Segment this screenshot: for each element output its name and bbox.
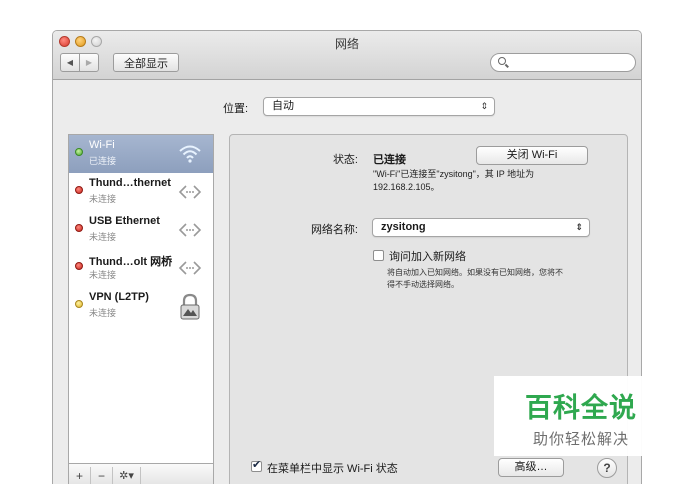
advanced-button[interactable]: 高级…: [498, 458, 564, 477]
service-status: 已连接: [89, 156, 117, 166]
help-button[interactable]: ?: [597, 458, 617, 478]
ask-join-description-line: 将自动加入已知网络。如果没有已知网络，您将不: [387, 268, 563, 277]
watermark-subtitle: 助你轻松解决: [532, 431, 629, 448]
status-value: 已连接: [373, 154, 406, 166]
service-status: 未连接: [89, 270, 117, 280]
ethernet-arrows-icon: [177, 179, 203, 205]
remove-service-button[interactable]: −: [91, 467, 113, 484]
show-all-button[interactable]: 全部显示: [113, 53, 179, 72]
popup-arrows-icon: ⇕: [575, 222, 583, 232]
gear-icon[interactable]: ✲▾: [113, 467, 141, 484]
ethernet-arrows-icon: [177, 255, 203, 281]
status-dot-red-icon: [75, 262, 83, 270]
titlebar: 网络 ◀ ▶ 全部显示: [53, 31, 641, 80]
status-description-line: "Wi-Fi"已连接至"zysitong"，其 IP 地址为: [373, 169, 535, 179]
ethernet-arrows-icon: [177, 217, 203, 243]
status-dot-yellow-icon: [75, 300, 83, 308]
back-arrow-icon: ◀: [66, 58, 74, 67]
show-in-menubar-label: 在菜单栏中显示 Wi-Fi 状态: [267, 463, 398, 475]
watermark-title: 百科全说: [525, 393, 637, 423]
wifi-icon: [177, 141, 203, 167]
service-name: Thund…thernet: [89, 177, 171, 189]
window-title: 网络: [334, 37, 359, 51]
back-button[interactable]: ◀: [60, 53, 80, 72]
service-item-thunderbolt-ethernet[interactable]: Thund…thernet 未连接: [69, 173, 213, 211]
ask-join-description: 将自动加入已知网络。如果没有已知网络，您将不 得不手动选择网络。: [387, 267, 597, 291]
forward-button[interactable]: ▶: [79, 53, 99, 72]
ask-join-checkbox[interactable]: [373, 250, 384, 261]
service-item-thunderbolt-bridge[interactable]: Thund…olt 网桥 未连接: [69, 249, 213, 287]
status-description: "Wi-Fi"已连接至"zysitong"，其 IP 地址为 192.168.2…: [373, 168, 603, 194]
status-description-line: 192.168.2.105。: [373, 182, 440, 192]
network-name-label: 网络名称:: [310, 224, 358, 236]
popup-arrows-icon: ⇕: [480, 101, 488, 111]
status-dot-red-icon: [75, 224, 83, 232]
turn-off-wifi-button[interactable]: 关闭 Wi-Fi: [476, 146, 588, 165]
network-name-value: zysitong: [381, 221, 426, 233]
service-status: 未连接: [89, 308, 117, 318]
ask-join-description-line: 得不手动选择网络。: [387, 280, 459, 289]
location-label: 位置:: [223, 103, 249, 115]
service-name: Wi-Fi: [89, 139, 115, 151]
service-status: 未连接: [89, 232, 117, 242]
search-icon: [498, 57, 506, 65]
status-dot-red-icon: [75, 186, 83, 194]
service-list-toolbar: + − ✲▾: [68, 464, 214, 484]
status-dot-green-icon: [75, 148, 83, 156]
location-popup[interactable]: 自动 ⇕: [263, 97, 495, 116]
show-in-menubar-checkbox[interactable]: [251, 458, 262, 472]
service-status: 未连接: [89, 194, 117, 204]
network-name-popup[interactable]: zysitong ⇕: [372, 218, 590, 237]
watermark: 百科全说 助你轻松解决: [494, 376, 668, 456]
ask-join-label: 询问加入新网络: [389, 251, 466, 263]
service-name: USB Ethernet: [89, 215, 160, 227]
service-list: Wi-Fi 已连接 Thund…thernet 未连接 USB Ethernet…: [68, 134, 214, 464]
service-name: Thund…olt 网桥: [89, 256, 173, 268]
vpn-lock-icon: [177, 293, 203, 320]
service-item-vpn[interactable]: VPN (L2TP) 未连接: [69, 287, 213, 325]
search-field[interactable]: [490, 53, 636, 72]
location-value: 自动: [272, 100, 294, 112]
status-label: 状态:: [332, 154, 358, 166]
service-name: VPN (L2TP): [89, 291, 149, 303]
add-service-button[interactable]: +: [69, 467, 91, 484]
service-item-wifi[interactable]: Wi-Fi 已连接: [69, 135, 213, 173]
service-item-usb-ethernet[interactable]: USB Ethernet 未连接: [69, 211, 213, 249]
forward-arrow-icon: ▶: [85, 58, 93, 67]
